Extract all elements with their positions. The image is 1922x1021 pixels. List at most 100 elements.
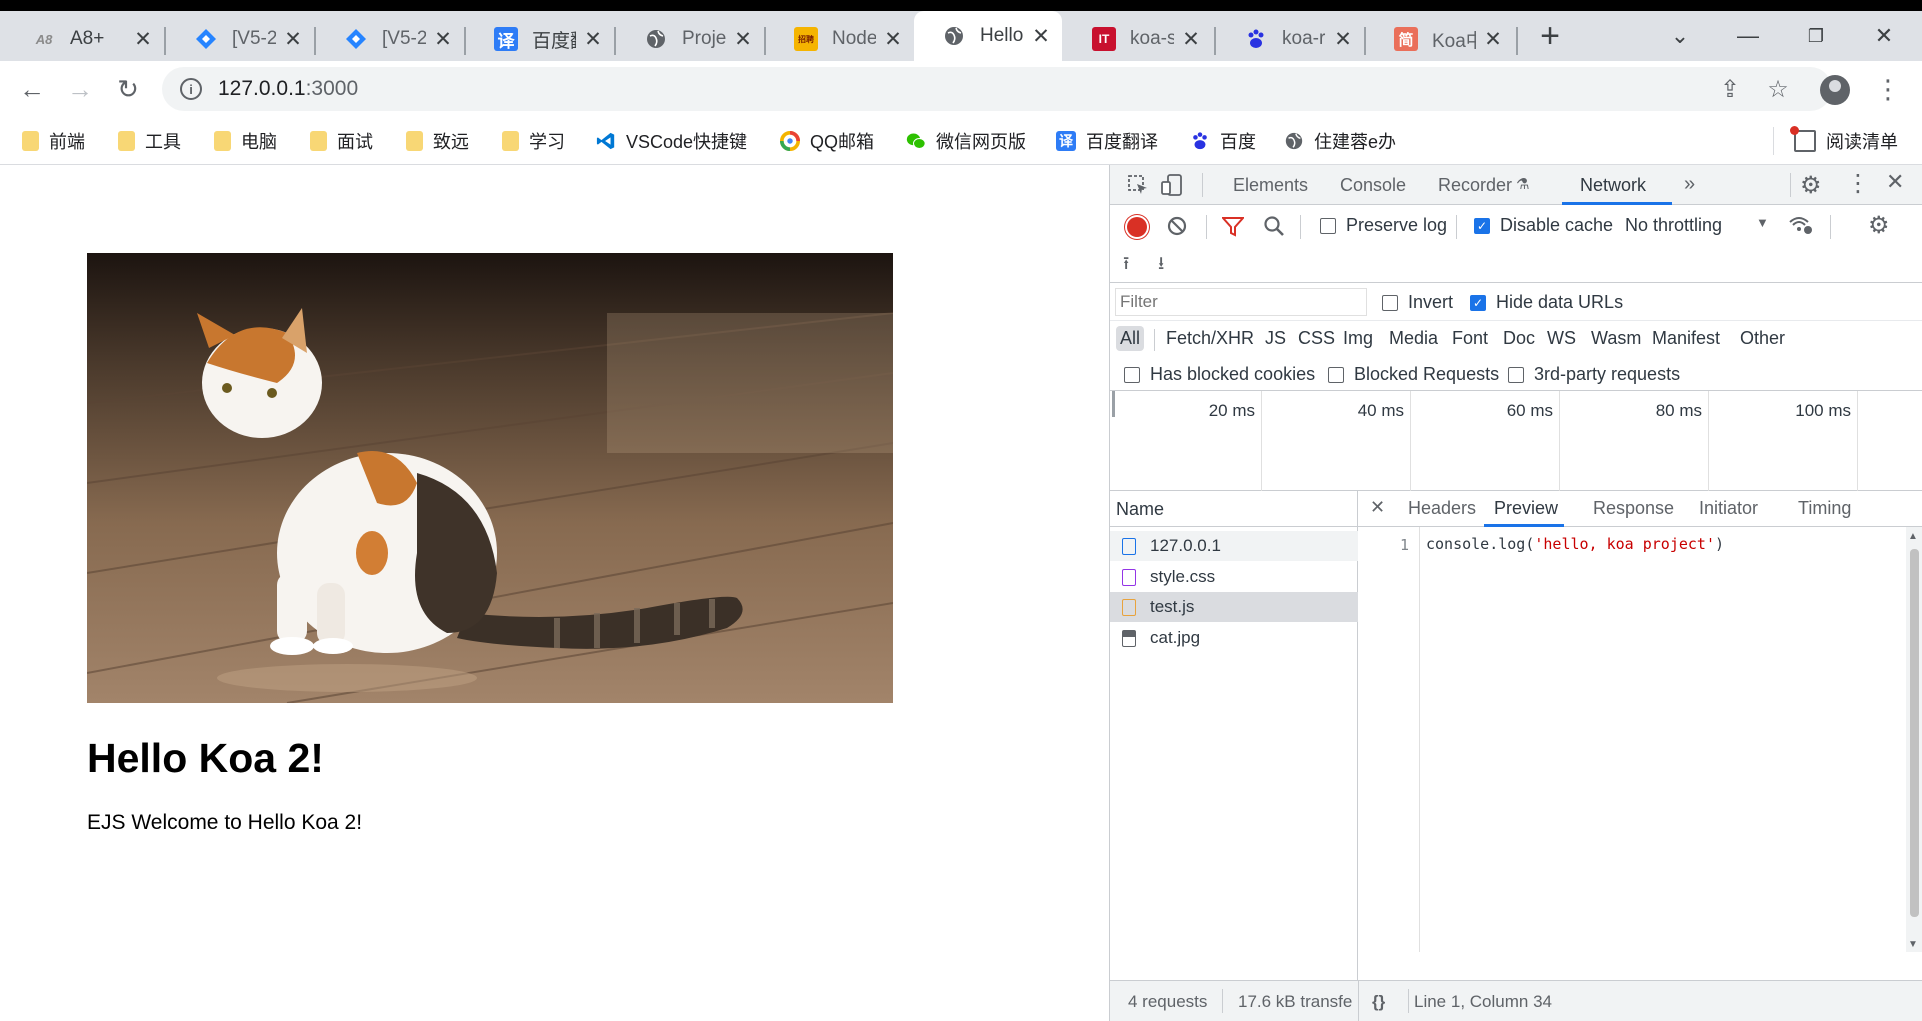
tab-console[interactable]: Console — [1340, 175, 1406, 196]
tab-headers[interactable]: Headers — [1408, 498, 1476, 519]
type-filter-other[interactable]: Other — [1736, 326, 1789, 351]
close-icon[interactable]: ✕ — [582, 28, 604, 51]
close-window-icon[interactable]: ✕ — [1854, 21, 1914, 51]
reload-icon[interactable]: ↻ — [110, 71, 146, 107]
bookmark-folder[interactable]: 学习 — [502, 127, 565, 155]
type-filter-fetch-xhr[interactable]: Fetch/XHR — [1162, 326, 1258, 351]
bookmark-link[interactable]: 译 百度翻译 — [1056, 127, 1158, 155]
clear-icon[interactable] — [1166, 215, 1188, 237]
code-line[interactable]: console.log('hello, koa project') — [1426, 535, 1724, 553]
type-filter-wasm[interactable]: Wasm — [1587, 326, 1645, 351]
bookmark-folder[interactable]: 工具 — [118, 127, 181, 155]
tab-timing[interactable]: Timing — [1798, 498, 1851, 519]
settings-gear-icon[interactable]: ⚙ — [1800, 171, 1822, 200]
export-har-icon[interactable]: ⭳ — [1158, 251, 1164, 281]
close-details-icon[interactable]: ✕ — [1370, 497, 1385, 518]
type-filter-ws[interactable]: WS — [1543, 326, 1580, 351]
tab-recorder[interactable]: Recorder — [1438, 175, 1512, 196]
close-devtools-icon[interactable]: ✕ — [1886, 169, 1904, 195]
share-icon[interactable]: ⇪ — [1710, 69, 1750, 109]
has-blocked-cookies-checkbox[interactable]: Has blocked cookies — [1124, 364, 1315, 385]
tab-v5-23[interactable]: [V5-23 ✕ — [316, 17, 464, 61]
network-settings-gear-icon[interactable]: ⚙ — [1868, 211, 1890, 240]
tab-elements[interactable]: Elements — [1233, 175, 1308, 196]
tab-search-icon[interactable]: ⌄ — [1650, 21, 1710, 51]
tab-response[interactable]: Response — [1593, 498, 1674, 519]
request-row-selected[interactable]: test.js — [1110, 592, 1358, 622]
bookmark-link[interactable]: QQ邮箱 — [780, 127, 874, 155]
reading-list-button[interactable]: 阅读清单 — [1790, 126, 1898, 155]
filter-funnel-icon[interactable] — [1222, 217, 1244, 237]
checkbox-box[interactable] — [1382, 294, 1398, 311]
tab-hello-active[interactable]: Hello ✕ — [914, 11, 1062, 61]
address-bar[interactable]: i 127.0.0.1 :3000 — [162, 67, 1832, 111]
tab-v5-24[interactable]: [V5-24 ✕ — [166, 17, 314, 61]
checkbox-box[interactable] — [1328, 366, 1344, 383]
tab-a8[interactable]: A8 A8+ ✕ — [4, 17, 164, 61]
type-filter-font[interactable]: Font — [1448, 326, 1492, 351]
bookmark-folder[interactable]: 电脑 — [214, 127, 277, 155]
bookmark-link[interactable]: 百度 — [1190, 127, 1256, 155]
restore-icon[interactable]: ❐ — [1786, 21, 1846, 51]
disable-cache-checkbox[interactable]: ✓ Disable cache — [1474, 215, 1613, 236]
tab-initiator[interactable]: Initiator — [1699, 498, 1758, 519]
pretty-print-icon[interactable]: {} — [1372, 992, 1385, 1012]
hide-data-urls-checkbox[interactable]: ✓ Hide data URLs — [1470, 292, 1623, 313]
tab-network[interactable]: Network — [1580, 175, 1646, 196]
bookmark-folder[interactable]: 致远 — [406, 127, 469, 155]
inspect-element-icon[interactable] — [1126, 173, 1150, 197]
checkbox-box[interactable] — [1508, 366, 1524, 383]
close-icon[interactable]: ✕ — [1030, 25, 1052, 48]
close-icon[interactable]: ✕ — [1482, 28, 1504, 51]
blocked-requests-checkbox[interactable]: Blocked Requests — [1328, 364, 1499, 385]
scroll-up-arrow-icon[interactable]: ▲ — [1908, 531, 1918, 542]
type-filter-js[interactable]: JS — [1261, 326, 1290, 351]
import-har-icon[interactable]: ⭱ — [1123, 251, 1129, 281]
bookmark-folder[interactable]: 面试 — [310, 127, 373, 155]
search-icon[interactable] — [1263, 215, 1285, 237]
tab-baidu-translate[interactable]: 译 百度翻 ✕ — [466, 17, 614, 61]
tab-preview[interactable]: Preview — [1494, 498, 1558, 519]
checkbox-box-checked[interactable]: ✓ — [1474, 217, 1490, 234]
tab-koa-zh[interactable]: 简 Koa中 ✕ — [1366, 17, 1514, 61]
bookmark-folder[interactable]: 前端 — [22, 127, 85, 155]
dropdown-arrow-icon[interactable]: ▼ — [1756, 215, 1769, 230]
type-filter-all[interactable]: All — [1116, 326, 1145, 351]
record-icon[interactable] — [1127, 217, 1147, 237]
back-icon[interactable]: ← — [14, 71, 50, 107]
tab-node[interactable]: 招聘 Node. ✕ — [766, 17, 914, 61]
more-tabs-icon[interactable]: » — [1684, 173, 1695, 196]
request-row[interactable]: 127.0.0.1 — [1110, 531, 1358, 561]
close-icon[interactable]: ✕ — [732, 28, 754, 51]
type-filter-img[interactable]: Img — [1339, 326, 1377, 351]
checkbox-box[interactable] — [1320, 217, 1336, 234]
third-party-requests-checkbox[interactable]: 3rd-party requests — [1508, 364, 1680, 385]
forward-icon[interactable]: → — [62, 71, 98, 107]
network-overview-timeline[interactable]: 20 ms 40 ms 60 ms 80 ms 100 ms — [1110, 391, 1922, 491]
close-icon[interactable]: ✕ — [882, 28, 904, 51]
site-info-icon[interactable]: i — [180, 78, 202, 100]
type-filter-manifest[interactable]: Manifest — [1648, 326, 1724, 351]
tab-koa-static[interactable]: IT koa-st ✕ — [1064, 17, 1212, 61]
checkbox-box[interactable] — [1124, 366, 1140, 383]
scroll-down-arrow-icon[interactable]: ▼ — [1908, 939, 1918, 950]
code-scrollbar-thumb[interactable] — [1910, 549, 1919, 917]
preserve-log-checkbox[interactable]: Preserve log — [1320, 215, 1447, 236]
menu-icon[interactable]: ⋮ — [1868, 69, 1908, 109]
bookmark-link[interactable]: 住建蓉e办 — [1284, 127, 1396, 155]
close-icon[interactable]: ✕ — [132, 28, 154, 51]
tab-project[interactable]: Projec ✕ — [616, 17, 764, 61]
new-tab-button[interactable]: + — [1535, 17, 1565, 55]
type-filter-css[interactable]: CSS — [1294, 326, 1339, 351]
close-icon[interactable]: ✕ — [1180, 28, 1202, 51]
bookmark-star-icon[interactable]: ☆ — [1758, 69, 1798, 109]
close-icon[interactable]: ✕ — [282, 28, 304, 51]
close-icon[interactable]: ✕ — [432, 28, 454, 51]
type-filter-media[interactable]: Media — [1385, 326, 1442, 351]
bookmark-link[interactable]: VSCode快捷键 — [596, 127, 747, 155]
network-conditions-icon[interactable] — [1788, 214, 1814, 236]
minimize-icon[interactable]: — — [1718, 21, 1778, 51]
bookmark-link[interactable]: 微信网页版 — [906, 127, 1026, 155]
close-icon[interactable]: ✕ — [1332, 28, 1354, 51]
checkbox-box-checked[interactable]: ✓ — [1470, 294, 1486, 311]
